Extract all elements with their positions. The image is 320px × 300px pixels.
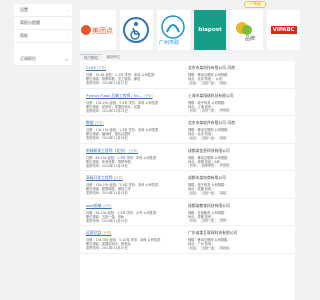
company-tags: 标签 五险一金 年终奖 <box>188 108 233 113</box>
svg-text:品牌: 品牌 <box>245 35 255 42</box>
job-title-link[interactable]: C163 [分享] <box>86 65 106 70</box>
list-item[interactable]: 高级开发工程师 [分享] 月薪：15k-25k 经验：3-5年 学历：本科 公司… <box>80 171 295 199</box>
list-item[interactable]: 运营总监 [分享] 月薪：15k-30k 经验：5-10年 学历：本科 公司性质… <box>80 226 295 254</box>
sidebar-item-help[interactable]: 帮助 › <box>14 30 72 43</box>
job-date: 发布时间：2014年11月19日 <box>86 218 128 223</box>
sidebar-item-label: 简报与提醒 <box>20 20 40 25</box>
award-badge: 一 等奖 <box>244 1 266 8</box>
tab-latest-jobs[interactable]: 最新职位 <box>102 54 124 61</box>
company-name-link[interactable]: 北京市某科技有限公司-河南 <box>188 65 235 71</box>
chevron-right-icon: › <box>66 20 68 26</box>
tag-chip: 年终奖 <box>218 108 232 113</box>
company-logo[interactable] <box>120 10 153 50</box>
sidebar-item-label: 订阅职位 <box>20 56 36 61</box>
company-logo[interactable]: 广州市政 <box>156 10 190 50</box>
chevron-right-icon: › <box>66 7 68 13</box>
job-date: 发布时间：2014年11月20日 <box>86 246 128 250</box>
sidebar: 设置 › 简报与提醒 › 帮助 › 订阅职位 ⊖ <box>14 4 72 66</box>
sidebar-item-subscribed-jobs[interactable]: 订阅职位 ⊖ <box>14 53 72 66</box>
tag-chip: 五险一金 <box>200 245 217 250</box>
job-title-link[interactable]: 前端研发工程师（北京） [分享] <box>86 148 138 154</box>
company-logo[interactable]: VIPABC <box>267 10 300 50</box>
tag-chip: 年终奖 <box>218 163 232 168</box>
company-tags: 标签 五险一金 带薪 <box>188 190 230 195</box>
tag-chip: 标签 <box>188 190 199 195</box>
job-list-panel: 热门职位 最新职位 C163 [分享] 月薪：5k-8k 经验：1-3年 学历：… <box>80 54 295 300</box>
job-tabs: 热门职位 最新职位 <box>80 54 295 61</box>
tag-chip: 五险一金 <box>200 135 217 140</box>
company-tags: 标签 五险一金 带薪 <box>188 135 230 140</box>
job-date: 发布时间：2014年11月28日 <box>86 163 128 168</box>
list-item[interactable]: C163 [分享] 月薪：5k-8k 经验：1-3年 学历：本科 公司性质： 职… <box>80 61 295 89</box>
job-title-link[interactable]: Python Flask 后端工程师 / Se... [分享] <box>86 93 152 99</box>
tag-chip: 标签 <box>188 218 199 223</box>
tag-chip: 标签 <box>188 245 199 250</box>
tag-chip: 双休 <box>218 218 229 223</box>
company-name-link[interactable]: 成都某教育科技有限公司 <box>188 203 230 209</box>
company-name-link[interactable]: 成都市某电商有限公司 <box>188 175 226 181</box>
sidebar-item-label: 设置 <box>20 7 28 12</box>
company-logo[interactable]: 品牌 <box>230 10 264 50</box>
tag-chip: 标签 <box>188 135 199 140</box>
tag-chip: 带薪 <box>218 80 229 85</box>
tag-chip: 五险一金 <box>200 108 217 113</box>
company-name-link[interactable]: 北京市某软件有限公司-河南 <box>188 120 235 126</box>
tag-chip: 五险一金 <box>200 218 217 223</box>
tag-chip: 五险一金 <box>200 80 217 85</box>
vipabc-logo: VIPABC <box>270 26 297 34</box>
list-item[interactable]: 前端研发工程师（北京） [分享] 月薪：8k-15k 经验：1-3年 学历：本科… <box>80 144 295 171</box>
list-item[interactable]: web前端 [分享] 月薪：6k-10k 经验：1-3年 学历：大专 公司性质：… <box>80 199 295 226</box>
sidebar-item-label: 帮助 <box>20 33 28 38</box>
tab-hot-jobs[interactable]: 热门职位 <box>80 54 103 61</box>
company-name-link[interactable]: 成都某信息科技有限公司 <box>188 148 230 154</box>
svg-text:美团点: 美团点 <box>92 26 113 35</box>
sidebar-item-briefing[interactable]: 简报与提醒 › <box>14 17 72 30</box>
job-title-link[interactable]: web前端 [分享] <box>86 203 112 209</box>
company-tags: 标签 五险一金 双休 <box>188 218 230 223</box>
tag-chip: 标签 <box>188 163 199 168</box>
list-item[interactable]: Python Flask 后端工程师 / Se... [分享] 月薪：15k-2… <box>80 89 295 116</box>
guangzhou-logo-icon: 广州市政 <box>159 15 185 46</box>
tag-chip: 标签 <box>188 108 199 113</box>
job-list: C163 [分享] 月薪：5k-8k 经验：1-3年 学历：本科 公司性质： 职… <box>80 61 295 254</box>
company-tags: 标签 五险一金 带薪 <box>188 80 230 85</box>
company-tags: 标签 五险一金 年终奖 <box>188 245 233 250</box>
company-logo[interactable]: 美团点 <box>80 10 116 50</box>
wheelchair-logo-icon <box>123 17 150 43</box>
company-name-link[interactable]: 上海市某网络科技有限公司 <box>188 93 234 99</box>
job-date: 发布时间：2014年11月26日 <box>86 136 128 140</box>
biapost-logo[interactable]: biapost <box>193 10 227 50</box>
company-name-link[interactable]: 广东省某互联网科技有限公司 <box>188 230 237 236</box>
brand-logo-icon: 品牌 <box>235 22 255 42</box>
tag-chip: 五险一金 <box>200 190 217 195</box>
collapse-icon[interactable]: ⊖ <box>65 57 68 62</box>
job-title-link[interactable]: 数据 [分享] <box>86 120 104 126</box>
company-tags: 标签 股票期权 年终奖 <box>188 163 233 168</box>
chevron-right-icon: › <box>66 33 68 39</box>
tag-chip: 股票期权 <box>200 163 217 168</box>
job-title-link[interactable]: 运营总监 [分享] <box>86 230 111 236</box>
tag-chip: 标签 <box>188 80 199 85</box>
list-item[interactable]: 数据 [分享] 月薪：10k-15k 经验：1-3年 学历：本科 公司性质： 职… <box>80 116 295 144</box>
tag-chip: 年终奖 <box>218 245 232 250</box>
tag-chip: 带薪 <box>218 135 229 140</box>
job-date: 发布时间：2014年11月27日 <box>86 81 128 85</box>
job-date: 发布时间：2014年11月23日 <box>86 108 128 113</box>
tag-chip: 带薪 <box>218 190 229 195</box>
sidebar-item-settings[interactable]: 设置 › <box>14 4 72 17</box>
job-date: 发布时间：2014年11月15日 <box>86 191 128 195</box>
company-logos: 美团点 广州市政 biapost 品牌 VIPABC <box>80 10 300 50</box>
svg-text:广州市政: 广州市政 <box>159 39 179 46</box>
job-title-link[interactable]: 高级开发工程师 [分享] <box>86 175 123 181</box>
meituan-logo-icon: 美团点 <box>81 25 113 35</box>
